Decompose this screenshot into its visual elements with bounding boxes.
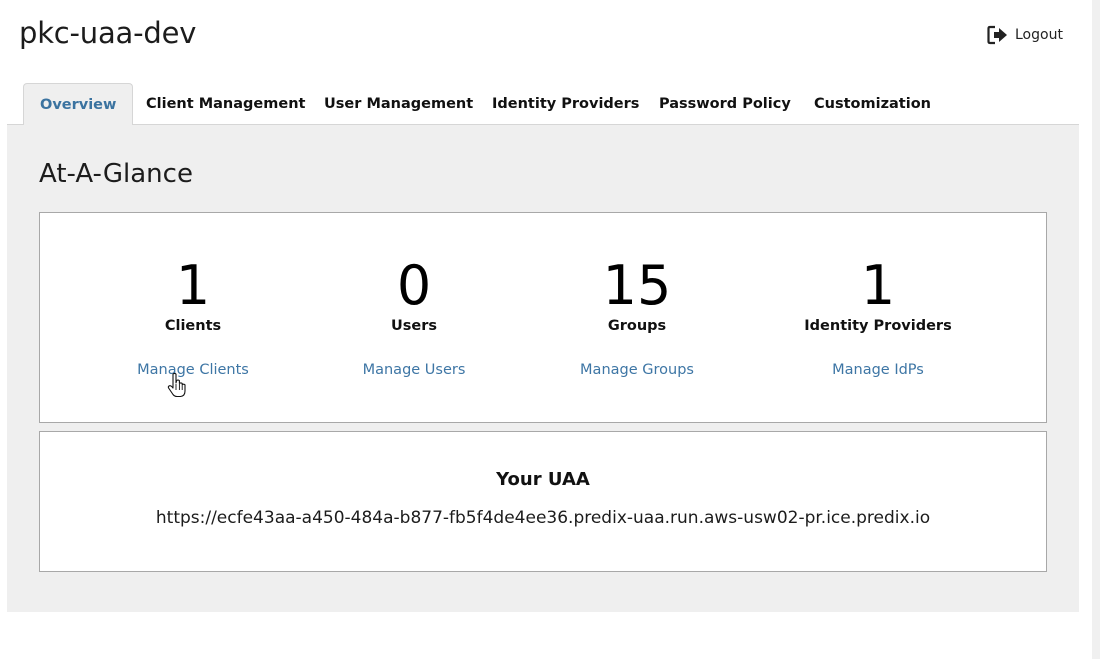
uaa-title: Your UAA — [496, 469, 590, 490]
manage-idps-link[interactable]: Manage IdPs — [768, 362, 988, 378]
app-title: pkc-uaa-dev — [19, 16, 197, 50]
tab-password-policy[interactable]: Password Policy — [659, 83, 791, 125]
manage-clients-link[interactable]: Manage Clients — [83, 362, 303, 378]
uaa-card: Your UAA https://ecfe43aa-a450-484a-b877… — [39, 431, 1047, 572]
stat-label: Clients — [164, 318, 222, 334]
stat-label: Groups — [607, 318, 667, 334]
scrollbar-track[interactable] — [1092, 0, 1100, 659]
sign-out-icon — [987, 25, 1007, 45]
stat-count: 1 — [860, 254, 896, 317]
stat-count: 0 — [396, 254, 432, 317]
section-title: At-A-Glance — [39, 159, 193, 189]
uaa-url: https://ecfe43aa-a450-484a-b877-fb5f4de4… — [155, 508, 931, 528]
tab-identity-providers[interactable]: Identity Providers — [492, 83, 639, 125]
manage-groups-link[interactable]: Manage Groups — [527, 362, 747, 378]
manage-users-link[interactable]: Manage Users — [304, 362, 524, 378]
stat-label: Identity Providers — [804, 318, 952, 334]
logout-button[interactable]: Logout — [987, 25, 1063, 45]
tab-user-management[interactable]: User Management — [324, 83, 473, 125]
stat-count: 15 — [602, 254, 672, 317]
stat-count: 1 — [175, 254, 211, 317]
overview-panel: At-A-Glance 1 Clients Manage Clients 0 U… — [7, 125, 1079, 612]
logout-label: Logout — [1015, 27, 1063, 43]
tab-overview[interactable]: Overview — [23, 83, 134, 126]
tab-customization[interactable]: Customization — [814, 83, 931, 125]
stats-card: 1 Clients Manage Clients 0 Users Manage … — [39, 212, 1047, 423]
stat-label: Users — [390, 318, 438, 334]
tab-bar: Overview Client Management User Manageme… — [7, 83, 1079, 126]
tab-client-management[interactable]: Client Management — [146, 83, 305, 125]
